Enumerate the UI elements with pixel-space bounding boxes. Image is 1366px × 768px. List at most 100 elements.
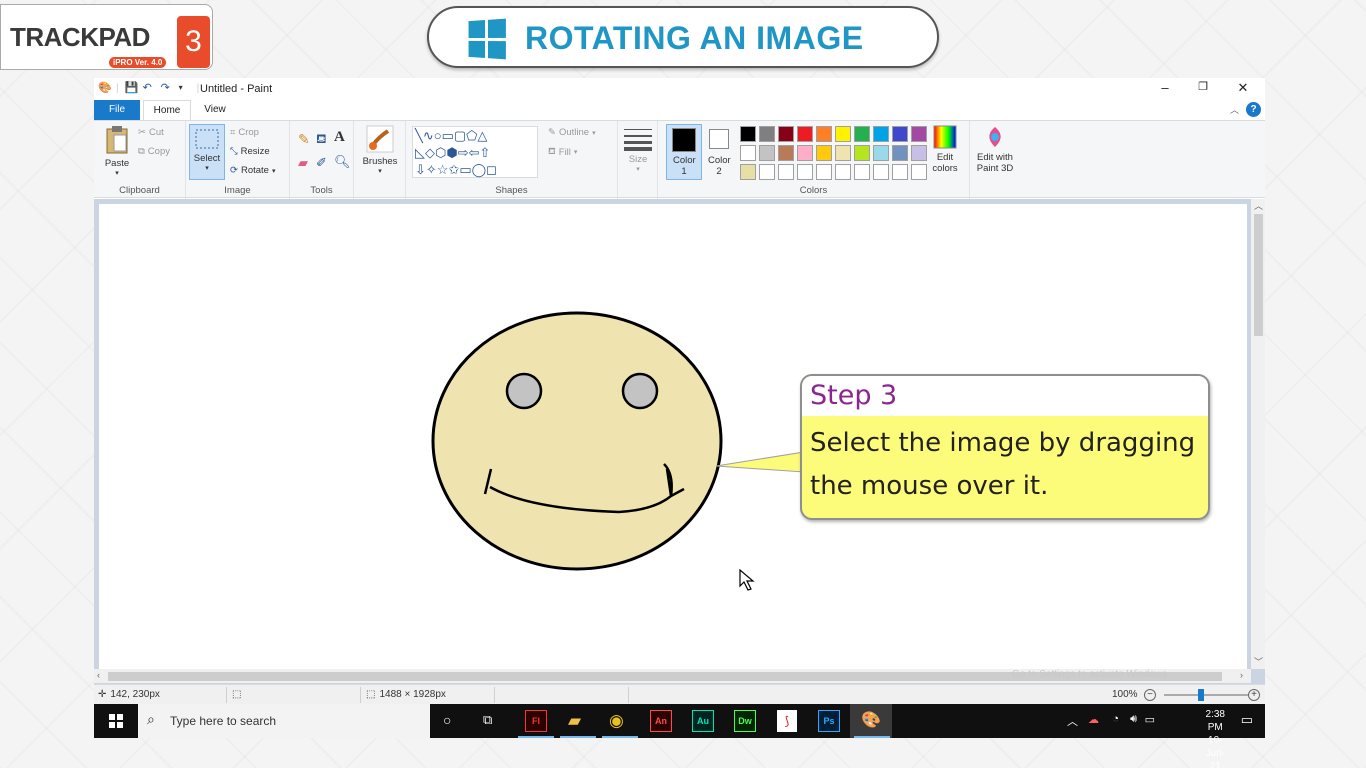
taskbar-app-an[interactable]: An bbox=[650, 710, 672, 732]
pdf-reader-icon[interactable]: ⟆ bbox=[777, 710, 797, 732]
undo-icon[interactable]: ↶ bbox=[143, 82, 155, 94]
taskbar-app-paint[interactable]: 🎨 bbox=[850, 704, 892, 738]
help-icon[interactable]: ? bbox=[1246, 102, 1261, 117]
color-swatch[interactable] bbox=[797, 164, 813, 180]
color-swatch[interactable] bbox=[873, 145, 889, 161]
taskbar-app-ps[interactable]: Ps bbox=[818, 710, 840, 732]
color-swatch[interactable] bbox=[740, 164, 756, 180]
color-swatch[interactable] bbox=[778, 164, 794, 180]
restore-button[interactable]: ❐ bbox=[1188, 80, 1218, 93]
color-swatch[interactable] bbox=[892, 145, 908, 161]
tab-file[interactable]: File bbox=[94, 100, 140, 120]
color-swatch[interactable] bbox=[911, 145, 927, 161]
search-placeholder: Type here to search bbox=[170, 714, 277, 728]
color-picker-icon[interactable]: ✐ bbox=[316, 155, 327, 171]
notification-icon[interactable]: ▭ bbox=[1241, 712, 1253, 728]
color-swatch[interactable] bbox=[835, 164, 851, 180]
paste-icon bbox=[106, 126, 128, 154]
fill-button[interactable]: ⛾ Fill ▾ bbox=[548, 146, 577, 158]
size-button[interactable]: Size ▾ bbox=[622, 127, 654, 173]
task-view-icon[interactable]: ⧉ bbox=[483, 712, 492, 728]
color-swatch[interactable] bbox=[911, 126, 927, 142]
tab-view[interactable]: View bbox=[194, 100, 236, 120]
color-swatch[interactable] bbox=[797, 126, 813, 142]
volume-icon[interactable]: 🔊︎ bbox=[1130, 713, 1137, 726]
color-swatch[interactable] bbox=[759, 164, 775, 180]
tab-home[interactable]: Home bbox=[143, 100, 191, 120]
color-swatch[interactable] bbox=[892, 164, 908, 180]
brushes-button[interactable]: Brushes ▾ bbox=[360, 125, 400, 175]
edit-colors-button[interactable]: Edit colors bbox=[926, 125, 964, 174]
edit-colors-icon bbox=[933, 125, 957, 149]
vertical-scroll-thumb[interactable] bbox=[1254, 214, 1263, 336]
resize-button[interactable]: ⤡ Resize bbox=[230, 146, 270, 157]
scissors-icon: ✂ bbox=[138, 127, 146, 138]
brushes-group: Brushes ▾ bbox=[354, 121, 406, 199]
zoom-slider[interactable] bbox=[1164, 694, 1248, 696]
save-icon[interactable]: 💾 bbox=[125, 82, 139, 94]
outline-button[interactable]: ✎ Outline ▾ bbox=[548, 127, 596, 138]
close-button[interactable]: ✕ bbox=[1228, 80, 1258, 96]
color-swatch[interactable] bbox=[759, 126, 775, 142]
paste-button[interactable]: Paste ▾ bbox=[100, 125, 134, 177]
color-swatch[interactable] bbox=[816, 126, 832, 142]
color-swatch[interactable] bbox=[873, 164, 889, 180]
color-swatch[interactable] bbox=[911, 164, 927, 180]
ribbon-tabs: File Home View ︿ ? bbox=[94, 100, 1265, 120]
edit-with-paint3d-button[interactable]: Edit with Paint 3D bbox=[972, 125, 1018, 174]
color-swatch[interactable] bbox=[740, 145, 756, 161]
text-tool-icon[interactable]: A bbox=[334, 129, 345, 146]
color-swatch[interactable] bbox=[854, 145, 870, 161]
system-clock[interactable]: 2:38 PM 10-Jun-21 bbox=[1206, 708, 1225, 768]
color2-button[interactable]: Color 2 bbox=[704, 125, 734, 177]
eraser-icon[interactable]: ▰ bbox=[298, 155, 308, 171]
color-swatch[interactable] bbox=[854, 164, 870, 180]
color1-button[interactable]: Color 1 bbox=[666, 124, 702, 180]
step-callout: Step 3 Select the image by dragging the … bbox=[800, 374, 1210, 520]
zoom-in-icon[interactable]: + bbox=[1248, 689, 1260, 701]
color-swatch[interactable] bbox=[854, 126, 870, 142]
zoom-slider-thumb[interactable] bbox=[1198, 689, 1204, 701]
color-swatch[interactable] bbox=[816, 145, 832, 161]
chrome-icon[interactable]: ◉ bbox=[609, 711, 624, 731]
color-swatch[interactable] bbox=[835, 145, 851, 161]
magnifier-icon[interactable]: 🔍︎ bbox=[334, 154, 351, 170]
taskbar-app-dw[interactable]: Dw bbox=[734, 710, 756, 732]
scroll-up-icon: ︿ bbox=[1254, 201, 1264, 211]
color-swatch[interactable] bbox=[778, 145, 794, 161]
select-button[interactable]: Select ▾ bbox=[189, 124, 225, 180]
customize-dropdown-icon[interactable]: ▾ bbox=[179, 82, 191, 94]
color-swatch[interactable] bbox=[873, 126, 889, 142]
rotate-button[interactable]: ⟳ Rotate ▾ bbox=[230, 165, 275, 176]
crop-button[interactable]: ⌗ Crop bbox=[230, 127, 259, 138]
show-hidden-icons-icon[interactable]: ︿ bbox=[1067, 713, 1078, 729]
shapes-gallery[interactable]: ╲∿○▭▢⬠△ ◺◇⬡⬢⇨⇦⇧ ⇩✧☆✩▭◯◻ bbox=[412, 126, 538, 178]
pencil-icon[interactable]: ✎ bbox=[298, 131, 310, 148]
color-swatch[interactable] bbox=[778, 126, 794, 142]
start-button[interactable] bbox=[94, 704, 138, 738]
color-swatch[interactable] bbox=[835, 126, 851, 142]
taskbar-app-fl[interactable]: Fl bbox=[525, 710, 547, 732]
cortana-icon[interactable]: ○ bbox=[443, 712, 451, 728]
minimize-button[interactable]: – bbox=[1150, 80, 1180, 95]
taskbar-search-box[interactable]: ⌕ Type here to search bbox=[138, 704, 430, 738]
taskbar-app-au[interactable]: Au bbox=[692, 710, 714, 732]
collapse-ribbon-icon[interactable]: ︿ bbox=[1230, 103, 1239, 116]
vertical-scrollbar[interactable]: ︿ ﹀ bbox=[1251, 199, 1265, 669]
color-swatch[interactable] bbox=[759, 145, 775, 161]
color-swatch[interactable] bbox=[797, 145, 813, 161]
network-warning-icon[interactable]: ☁ bbox=[1088, 713, 1099, 726]
fill-bucket-icon[interactable]: ⛾ bbox=[316, 131, 327, 149]
color-swatch[interactable] bbox=[740, 126, 756, 142]
battery-icon[interactable]: ▭ bbox=[1145, 713, 1155, 726]
horizontal-scrollbar[interactable]: ‹ › Go to Settings to activate Windows. bbox=[94, 669, 1251, 683]
copy-button[interactable]: ⧉ Copy bbox=[138, 146, 170, 157]
zoom-out-icon[interactable]: − bbox=[1144, 689, 1156, 701]
wifi-icon[interactable]: ◔ bbox=[1112, 713, 1119, 725]
file-explorer-icon[interactable]: ▰ bbox=[568, 711, 581, 731]
redo-icon[interactable]: ↷ bbox=[161, 82, 173, 94]
color-swatch[interactable] bbox=[892, 126, 908, 142]
cut-button[interactable]: ✂ Cut bbox=[138, 127, 164, 138]
color-swatch[interactable] bbox=[816, 164, 832, 180]
outline-icon: ✎ bbox=[548, 127, 556, 138]
